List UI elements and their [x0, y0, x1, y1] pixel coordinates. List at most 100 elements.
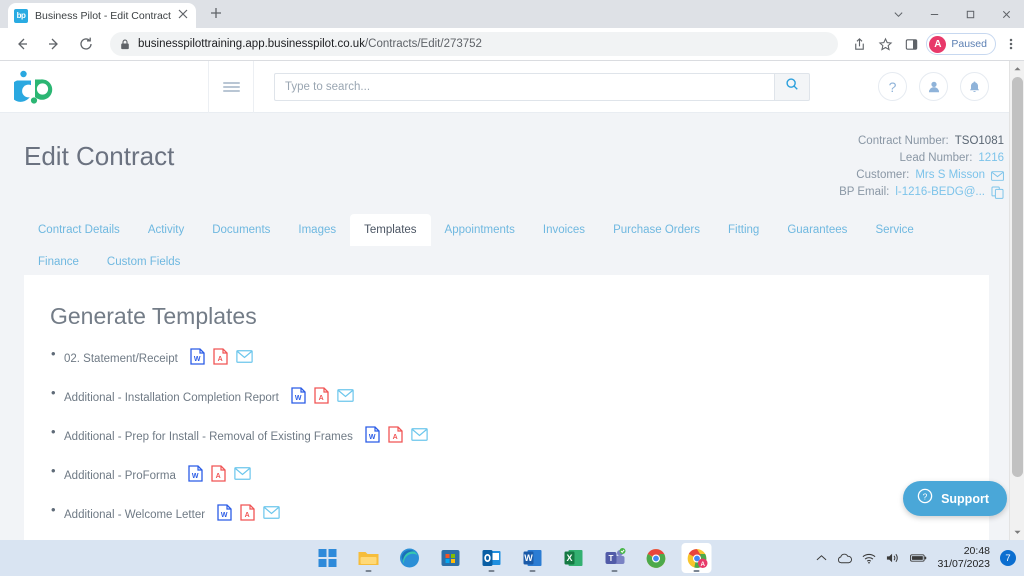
customer-link[interactable]: Mrs S Misson [915, 167, 985, 184]
new-tab-button[interactable] [205, 5, 227, 27]
minimize-icon[interactable] [916, 0, 952, 28]
lead-number-link[interactable]: 1216 [978, 150, 1004, 167]
side-panel-icon[interactable] [898, 31, 924, 57]
email-envelope-icon[interactable] [234, 467, 251, 485]
browser-tab[interactable]: bp Business Pilot - Edit Contract [8, 3, 196, 28]
svg-text:A: A [700, 561, 705, 568]
template-name: Additional - Welcome Letter [64, 509, 206, 521]
chevron-up-icon[interactable] [816, 554, 827, 562]
email-envelope-icon[interactable] [337, 389, 354, 407]
svg-text:W: W [369, 434, 376, 441]
template-name: 02. Statement/Receipt [64, 353, 178, 365]
email-envelope-icon[interactable] [263, 506, 280, 524]
tab-activity[interactable]: Activity [134, 214, 198, 246]
file-explorer-icon[interactable] [354, 543, 384, 573]
contract-number-value: TSO1081 [954, 135, 1004, 147]
template-list: 02. Statement/Receipt W A Add [24, 346, 989, 526]
customer-row: Customer: Mrs S Misson [839, 167, 1004, 184]
help-icon[interactable]: ? [878, 72, 907, 101]
speaker-icon[interactable] [886, 552, 900, 564]
browser-tab-strip: bp Business Pilot - Edit Contract [0, 0, 1024, 28]
tab-documents[interactable]: Documents [198, 214, 284, 246]
pdf-doc-icon[interactable]: A [240, 504, 255, 526]
favicon-business-pilot: bp [14, 8, 28, 23]
window-controls [880, 0, 1024, 28]
clock-time: 20:48 [963, 545, 990, 557]
pdf-doc-icon[interactable]: A [314, 387, 329, 409]
microsoft-edge-icon[interactable] [395, 543, 425, 573]
support-button[interactable]: ? Support [903, 481, 1007, 516]
microsoft-store-icon[interactable] [436, 543, 466, 573]
tab-fitting[interactable]: Fitting [714, 214, 773, 246]
word-doc-icon[interactable]: W [217, 504, 232, 526]
close-icon[interactable] [988, 0, 1024, 28]
browser-tab-title: Business Pilot - Edit Contract [35, 9, 171, 22]
word-doc-icon[interactable]: W [291, 387, 306, 409]
list-item: 02. Statement/Receipt W A [51, 346, 989, 370]
teams-icon[interactable]: T [600, 543, 630, 573]
profile-chip[interactable]: A Paused [926, 33, 996, 55]
address-bar-url: businesspilottraining.app.businesspilot.… [138, 38, 482, 50]
scrollbar-thumb[interactable] [1012, 77, 1023, 477]
running-indicator [488, 569, 495, 572]
kebab-menu-icon[interactable] [998, 31, 1024, 57]
section-heading: Generate Templates [50, 303, 257, 329]
email-envelope-icon[interactable] [411, 428, 428, 446]
outlook-icon[interactable] [477, 543, 507, 573]
hamburger-menu-icon[interactable] [208, 61, 254, 113]
lead-number-row: Lead Number: 1216 [839, 150, 1004, 167]
onedrive-icon[interactable] [837, 553, 853, 564]
word-doc-icon[interactable]: W [365, 426, 380, 448]
business-pilot-logo[interactable] [0, 61, 208, 113]
tab-appointments[interactable]: Appointments [431, 214, 529, 246]
tab-purchase-orders[interactable]: Purchase Orders [599, 214, 714, 246]
scrollbar-down-arrow[interactable] [1010, 525, 1024, 540]
taskbar-clock[interactable]: 20:48 31/07/2023 [937, 545, 990, 571]
bookmark-star-icon[interactable] [872, 31, 898, 57]
email-envelope-icon[interactable] [236, 350, 253, 368]
user-account-icon[interactable] [919, 72, 948, 101]
wifi-icon[interactable] [862, 553, 876, 564]
excel-icon[interactable]: X [559, 543, 589, 573]
screen: bp Business Pilot - Edit Contract busine… [0, 0, 1024, 576]
envelope-icon[interactable] [991, 170, 1004, 181]
bp-email-value[interactable]: l-1216-BEDG@... [895, 184, 985, 201]
tab-service[interactable]: Service [861, 214, 927, 246]
pdf-doc-icon[interactable]: A [211, 465, 226, 487]
share-icon[interactable] [846, 31, 872, 57]
battery-icon[interactable] [910, 553, 927, 563]
notifications-bell-icon[interactable] [960, 72, 989, 101]
start-button[interactable] [313, 543, 343, 573]
page-scrollbar[interactable] [1009, 61, 1024, 540]
tab-contract-details[interactable]: Contract Details [24, 214, 134, 246]
word-icon[interactable]: W [518, 543, 548, 573]
forward-icon[interactable] [40, 30, 68, 58]
tab-templates[interactable]: Templates [350, 214, 431, 246]
copy-icon[interactable] [991, 186, 1004, 199]
tab-images[interactable]: Images [284, 214, 350, 246]
template-actions: W A [291, 387, 354, 409]
notification-badge[interactable]: 7 [1000, 550, 1016, 566]
search-submit-button[interactable] [774, 72, 810, 101]
address-bar[interactable]: businesspilottraining.app.businesspilot.… [110, 32, 839, 56]
pdf-doc-icon[interactable]: A [388, 426, 403, 448]
search-input[interactable] [274, 72, 774, 101]
chrome-icon[interactable] [641, 543, 671, 573]
tab-finance[interactable]: Finance [24, 246, 93, 278]
tab-close-icon[interactable] [176, 9, 190, 23]
pdf-doc-icon[interactable]: A [213, 348, 228, 370]
reload-icon[interactable] [72, 30, 100, 58]
tab-invoices[interactable]: Invoices [529, 214, 599, 246]
contract-number-label: Contract Number: [858, 135, 949, 147]
tab-guarantees[interactable]: Guarantees [773, 214, 861, 246]
chrome-active-icon[interactable]: A [681, 543, 712, 573]
url-host: businesspilottraining.app.businesspilot.… [138, 38, 365, 50]
tab-search-icon[interactable] [880, 0, 916, 28]
tab-custom-fields[interactable]: Custom Fields [93, 246, 195, 278]
back-icon[interactable] [8, 30, 36, 58]
word-doc-icon[interactable]: W [190, 348, 205, 370]
templates-panel: Generate Templates 02. Statement/Receipt… [24, 275, 989, 540]
maximize-icon[interactable] [952, 0, 988, 28]
scrollbar-up-arrow[interactable] [1010, 61, 1024, 76]
word-doc-icon[interactable]: W [188, 465, 203, 487]
